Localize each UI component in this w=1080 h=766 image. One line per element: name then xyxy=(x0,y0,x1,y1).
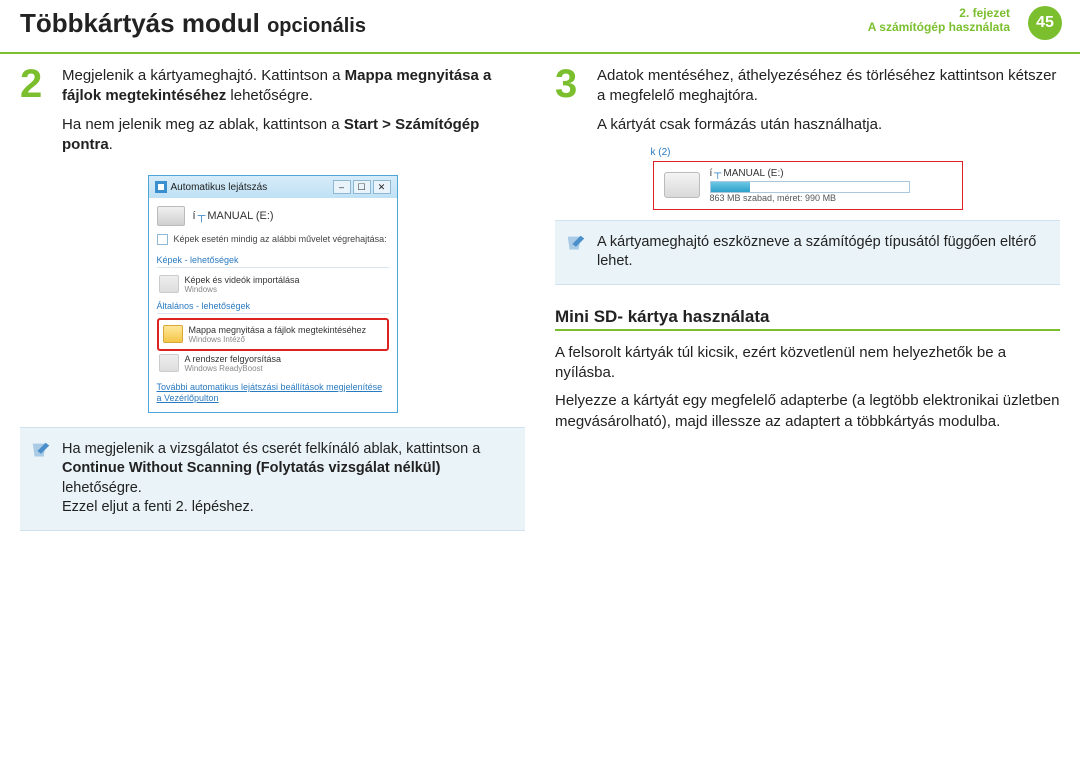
capacity-bar xyxy=(710,181,910,193)
step2-text1: Megjelenik a kártyameghajtó. Kattintson … xyxy=(62,66,525,107)
minimize-button[interactable]: – xyxy=(333,180,351,194)
autoplay-titlebar: Automatikus lejátszás – ☐ ✕ xyxy=(149,176,397,198)
autoplay-title: Automatikus lejátszás xyxy=(171,182,268,193)
autoplay-window: Automatikus lejátszás – ☐ ✕ í ┬MANUAL (E… xyxy=(148,175,398,413)
right-column: 3 Adatok mentéséhez, áthelyezéséhez és t… xyxy=(555,66,1060,541)
mini-sd-p2: Helyezze a kártyát egy megfelelő adapter… xyxy=(555,391,1060,432)
chapter-line2: A számítógép használata xyxy=(868,20,1010,34)
option-readyboost[interactable]: A rendszer felgyorsításaWindows ReadyBoo… xyxy=(157,351,389,376)
folder-icon xyxy=(163,325,183,343)
title-main: Többkártyás modul xyxy=(20,8,260,38)
more-options-link[interactable]: További automatikus lejátszási beállítás… xyxy=(157,382,389,404)
autoplay-icon xyxy=(155,181,167,193)
header-divider xyxy=(0,52,1080,54)
drive-box: í ┬MANUAL (E:) 863 MB szabad, méret: 990… xyxy=(653,161,963,210)
step3-text2: A kártyát csak formázás után használhatj… xyxy=(597,115,1060,135)
note-scan: Ha megjelenik a vizsgálatot és cserét fe… xyxy=(20,427,525,531)
chapter-line1: 2. fejezet xyxy=(868,6,1010,20)
note-icon xyxy=(30,440,52,462)
highlighted-option: Mappa megnyitása a fájlok megtekintéséhe… xyxy=(157,318,389,351)
step2-text2: Ha nem jelenik meg az ablak, kattintson … xyxy=(62,115,525,156)
option-open-folder[interactable]: Mappa megnyitása a fájlok megtekintéséhe… xyxy=(161,322,385,347)
always-label: Képek esetén mindig az alábbi művelet vé… xyxy=(174,234,387,245)
page-number-badge: 45 xyxy=(1028,6,1062,40)
maximize-button[interactable]: ☐ xyxy=(353,180,371,194)
left-column: 2 Megjelenik a kártyameghajtó. Kattintso… xyxy=(20,66,525,541)
note-text2: Ezzel eljut a fenti 2. lépéshez. xyxy=(62,498,511,518)
title-sub: opcionális xyxy=(267,15,366,37)
drive-icon xyxy=(157,206,185,226)
chapter-label: 2. fejezet A számítógép használata xyxy=(868,6,1010,34)
mini-sd-p1: A felsorolt kártyák túl kicsik, ezért kö… xyxy=(555,343,1060,384)
page-title: Többkártyás modul opcionális xyxy=(20,8,366,38)
mini-sd-heading: Mini SD- kártya használata xyxy=(555,307,1060,327)
speed-icon xyxy=(159,354,179,372)
heading-underline xyxy=(555,329,1060,331)
drive-label: í ┬MANUAL (E:) xyxy=(193,210,274,222)
section-images: Képek - lehetőségek xyxy=(157,255,389,265)
note-icon xyxy=(565,233,587,255)
drive-capacity: 863 MB szabad, méret: 990 MB xyxy=(710,193,910,203)
step3-text1: Adatok mentéséhez, áthelyezéséhez és tör… xyxy=(597,66,1060,107)
step-number-3: 3 xyxy=(555,66,585,143)
note-drivename: A kártyameghajtó eszközneve a számítógép… xyxy=(555,220,1060,285)
camera-icon xyxy=(159,275,179,293)
drive-name: í ┬MANUAL (E:) xyxy=(710,168,910,179)
page-header: Többkártyás modul opcionális 2. fejezet … xyxy=(0,0,1080,48)
always-checkbox[interactable] xyxy=(157,234,168,245)
step-number-2: 2 xyxy=(20,66,50,163)
option-import[interactable]: Képek és videók importálásaWindows xyxy=(157,272,389,297)
hdd-icon xyxy=(664,172,700,198)
note-text1: Ha megjelenik a vizsgálatot és cserét fe… xyxy=(62,440,511,499)
section-general: Általános - lehetőségek xyxy=(157,301,389,311)
drive-caption: k (2) xyxy=(651,147,671,158)
close-button[interactable]: ✕ xyxy=(373,180,391,194)
note-drivename-text: A kártyameghajtó eszközneve a számítógép… xyxy=(597,233,1046,272)
